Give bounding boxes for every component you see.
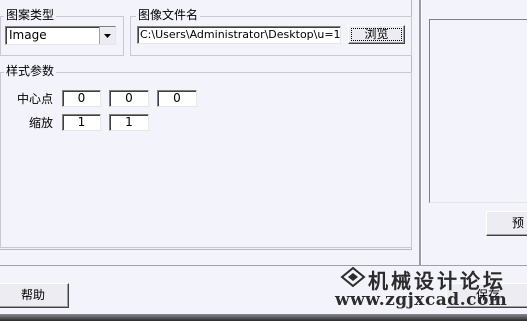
image-file-path-value: C:\Users\Administrator\Desktop\u=14352	[140, 28, 341, 41]
preview-canvas	[429, 19, 527, 203]
image-file-path-input[interactable]: C:\Users\Administrator\Desktop\u=14352	[137, 26, 341, 44]
help-button-label: 帮助	[20, 288, 45, 302]
browse-button-label: 浏览	[364, 27, 389, 41]
image-file-legend: 图像文件名	[136, 8, 201, 22]
style-params-legend: 样式参数	[4, 64, 57, 78]
forum-logo-icon	[340, 266, 366, 288]
center-z-input[interactable]: 0	[157, 90, 197, 107]
pattern-type-legend: 图案类型	[4, 8, 57, 22]
pattern-type-select[interactable]: Image	[5, 26, 116, 45]
pattern-type-value: Image	[9, 28, 47, 42]
watermark-url: www.zgjxcad.com	[335, 290, 508, 310]
center-x-input[interactable]: 0	[62, 90, 101, 107]
help-button[interactable]: 帮助	[0, 283, 69, 308]
scale-y-input[interactable]: 1	[109, 114, 149, 131]
center-y-input[interactable]: 0	[109, 90, 149, 107]
preview-button[interactable]: 预	[486, 211, 527, 236]
preview-button-label: 预	[512, 216, 525, 230]
dropdown-arrow-button[interactable]	[99, 27, 115, 44]
browse-button[interactable]: 浏览	[348, 25, 405, 44]
chevron-down-icon	[104, 34, 111, 38]
scale-x-input[interactable]: 1	[62, 114, 101, 131]
window-bottom-edge	[0, 314, 527, 321]
center-label: 中心点	[17, 92, 54, 106]
scale-label: 缩放	[29, 116, 54, 130]
